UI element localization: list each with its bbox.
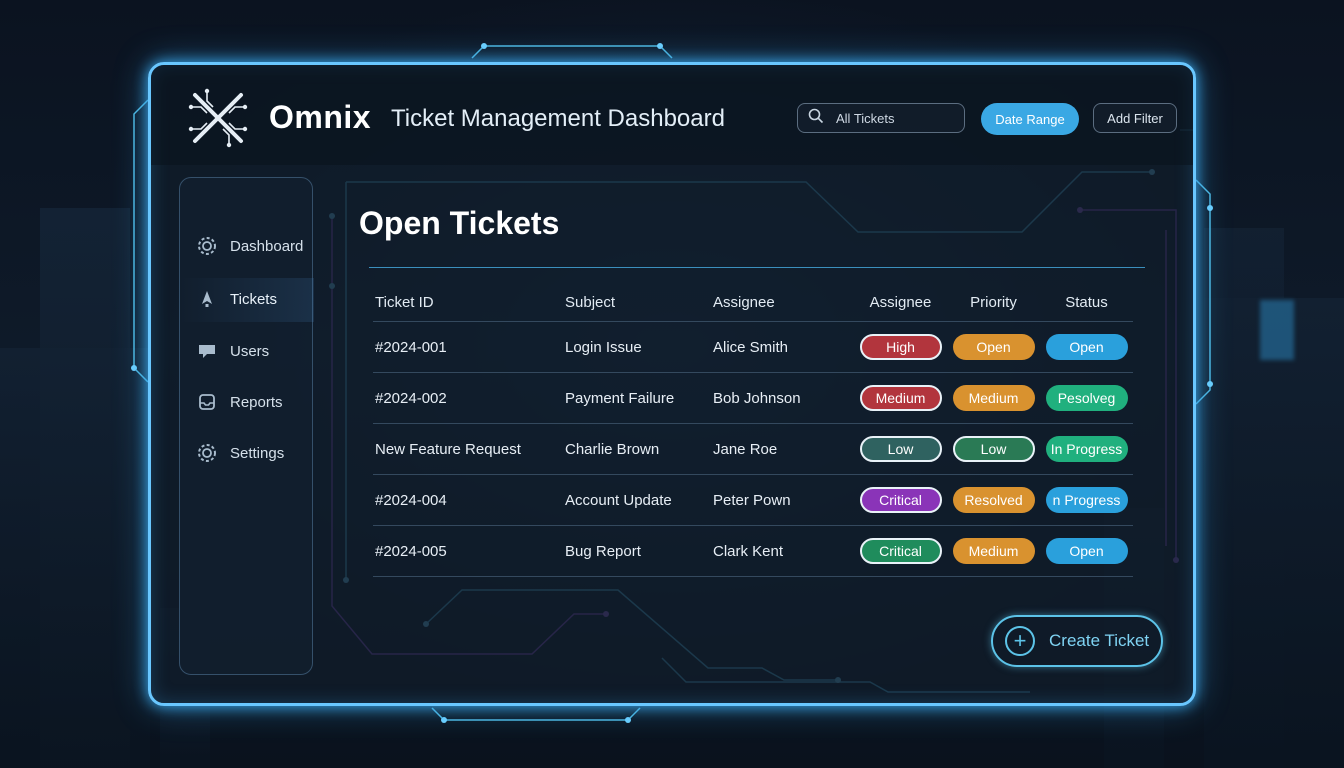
table-row[interactable]: #2024-005 Bug Report Clark Kent Critical Med…: [373, 525, 1133, 577]
sidebar: Dashboard Tickets Users Reports Settings: [179, 177, 314, 675]
subject-cell: Account Update: [564, 474, 712, 526]
status-badge-cell: Pesolveg: [1040, 372, 1133, 424]
sidebar-item-label: Settings: [230, 444, 285, 462]
priority-badge-cell: Medium: [947, 525, 1040, 577]
status-badge[interactable]: Open: [1045, 538, 1128, 564]
priority-badge[interactable]: Open: [952, 334, 1035, 360]
priority-badge[interactable]: Low: [952, 436, 1035, 462]
priority-badge-cell: Low: [947, 423, 1040, 475]
table-row[interactable]: #2024-001 Login Issue Alice Smith High Open O…: [373, 321, 1133, 373]
assignee-badge-cell: High: [854, 321, 947, 373]
status-badge[interactable]: In Progress: [1045, 436, 1128, 462]
search-field[interactable]: All Tickets: [797, 103, 965, 133]
page-header-title: Ticket Management Dashboard: [391, 105, 725, 132]
sidebar-item-tickets[interactable]: Tickets: [196, 285, 277, 313]
table-row[interactable]: #2024-002 Payment Failure Bob Johnson Mediu…: [373, 372, 1133, 424]
sidebar-item-users[interactable]: Users: [196, 337, 269, 365]
status-badge[interactable]: n Progress: [1045, 487, 1128, 513]
subject-cell: Charlie Brown: [564, 423, 712, 475]
sidebar-item-label: Dashboard: [230, 237, 304, 255]
status-badge-cell: Open: [1040, 321, 1133, 373]
assignee-badge[interactable]: Critical: [859, 538, 942, 564]
column-header[interactable]: Status: [1040, 283, 1133, 322]
title-divider: [369, 267, 1145, 268]
subject-cell: Login Issue: [564, 321, 712, 373]
header-bar: Omnix Ticket Management Dashboard All Ti…: [151, 65, 1193, 165]
assignee-badge[interactable]: High: [859, 334, 942, 360]
background-light: [1260, 300, 1294, 360]
assignee-badge-cell: Low: [854, 423, 947, 475]
brand-name: Omnix: [269, 99, 372, 135]
sidebar-item-reports[interactable]: Reports: [196, 388, 283, 416]
gear-icon: [196, 442, 218, 464]
dashboard-window: Omnix Ticket Management Dashboard All Ti…: [148, 62, 1196, 706]
gear-icon: [196, 235, 218, 257]
ticket-id-cell: #2024-002: [373, 372, 564, 424]
assignee-cell: Bob Johnson: [712, 372, 854, 424]
search-input[interactable]: All Tickets: [836, 111, 895, 126]
omnix-logo-icon: [187, 87, 249, 149]
status-badge[interactable]: Pesolveg: [1045, 385, 1128, 411]
priority-badge[interactable]: Medium: [952, 385, 1035, 411]
ticket-id-cell: New Feature Request: [373, 423, 564, 475]
ticket-id-cell: #2024-005: [373, 525, 564, 577]
assignee-cell: Peter Pown: [712, 474, 854, 526]
column-header[interactable]: Assignee: [854, 283, 947, 322]
page-title: Open Tickets: [359, 205, 560, 241]
rocket-icon: [196, 288, 218, 310]
column-header[interactable]: Ticket ID: [373, 283, 564, 322]
assignee-badge[interactable]: Medium: [859, 385, 942, 411]
status-badge-cell: Open: [1040, 525, 1133, 577]
background-building: [40, 208, 130, 768]
priority-badge[interactable]: Medium: [952, 538, 1035, 564]
status-badge-cell: In Progress: [1040, 423, 1133, 475]
table-row[interactable]: #2024-004 Account Update Peter Pown Critica…: [373, 474, 1133, 526]
status-badge-cell: n Progress: [1040, 474, 1133, 526]
column-header[interactable]: Assignee: [712, 283, 854, 322]
sidebar-item-label: Tickets: [230, 290, 277, 308]
subject-cell: Payment Failure: [564, 372, 712, 424]
priority-badge-cell: Open: [947, 321, 1040, 373]
tickets-table: Ticket ID Subject Assignee Assignee Prio…: [373, 283, 1133, 577]
sidebar-item-label: Users: [230, 342, 270, 360]
assignee-badge-cell: Critical: [854, 525, 947, 577]
add-filter-button[interactable]: Add Filter: [1093, 103, 1177, 133]
table-row[interactable]: New Feature Request Charlie Brown Jane Roe…: [373, 423, 1133, 475]
subject-cell: Bug Report: [564, 525, 712, 577]
priority-badge-cell: Medium: [947, 372, 1040, 424]
assignee-badge[interactable]: Low: [859, 436, 942, 462]
assignee-badge-cell: Medium: [854, 372, 947, 424]
plus-icon: +: [1005, 626, 1035, 656]
priority-badge[interactable]: Resolved: [952, 487, 1035, 513]
create-ticket-label: Create Ticket: [1049, 631, 1150, 650]
ticket-id-cell: #2024-004: [373, 474, 564, 526]
assignee-cell: Jane Roe: [712, 423, 854, 475]
column-header[interactable]: Subject: [564, 283, 712, 322]
column-header[interactable]: Priority: [947, 283, 1040, 322]
assignee-cell: Alice Smith: [712, 321, 854, 373]
sidebar-item-settings[interactable]: Settings: [196, 439, 284, 467]
inbox-icon: [196, 391, 218, 413]
table-header-row: Ticket ID Subject Assignee Assignee Prio…: [373, 283, 1133, 322]
sidebar-item-label: Reports: [230, 393, 283, 411]
search-icon: [808, 108, 824, 129]
date-range-button[interactable]: Date Range: [981, 103, 1079, 135]
status-badge[interactable]: Open: [1045, 334, 1128, 360]
assignee-badge-cell: Critical: [854, 474, 947, 526]
assignee-badge[interactable]: Critical: [859, 487, 942, 513]
priority-badge-cell: Resolved: [947, 474, 1040, 526]
sidebar-item-dashboard[interactable]: Dashboard: [196, 232, 303, 260]
ticket-id-cell: #2024-001: [373, 321, 564, 373]
create-ticket-button[interactable]: + Create Ticket: [991, 615, 1163, 667]
chat-icon: [196, 340, 218, 362]
assignee-cell: Clark Kent: [712, 525, 854, 577]
